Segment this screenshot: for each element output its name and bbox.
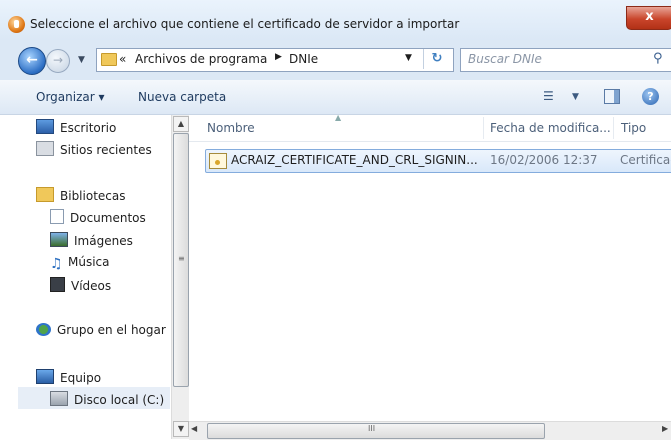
address-dropdown-icon[interactable]: ▼ — [405, 53, 412, 63]
scroll-thumb[interactable]: ≡ — [173, 133, 189, 387]
column-divider[interactable] — [613, 117, 614, 139]
computer-icon — [36, 369, 54, 384]
nav-item-bibliotecas[interactable]: Bibliotecas — [36, 187, 125, 203]
pictures-icon — [50, 232, 68, 247]
command-toolbar: Organizar ▾ Nueva carpeta ☰ ▼ ? — [0, 80, 671, 115]
music-icon: ♫ — [50, 256, 63, 272]
help-icon[interactable]: ? — [642, 88, 659, 105]
nav-item-imagenes[interactable]: Imágenes — [50, 232, 133, 248]
forward-button[interactable]: → — [46, 49, 70, 73]
sort-ascending-icon: ▲ — [335, 113, 342, 122]
scroll-grip-icon: ≡ — [178, 254, 185, 263]
view-dropdown-icon[interactable]: ▼ — [572, 92, 579, 102]
folder-icon — [101, 53, 117, 66]
search-box[interactable]: Buscar DNIe ⚲ — [460, 48, 671, 72]
search-placeholder: Buscar DNIe — [468, 52, 542, 66]
back-button[interactable]: ← — [18, 47, 46, 75]
nav-item-grupo-hogar[interactable]: Grupo en el hogar — [36, 323, 166, 337]
refresh-icon[interactable]: ↻ — [423, 49, 450, 69]
scroll-up-icon[interactable]: ▲ — [173, 116, 189, 132]
column-header-date[interactable]: Fecha de modifica... — [490, 121, 611, 135]
preview-pane-icon[interactable] — [604, 89, 620, 104]
file-list: Nombre ▲ Fecha de modifica... Tipo ACRAI… — [189, 113, 671, 439]
breadcrumb-item[interactable]: DNIe — [289, 52, 318, 66]
file-date: 16/02/2006 12:37 — [490, 153, 598, 167]
recent-locations-dropdown-icon[interactable]: ▼ — [78, 55, 85, 65]
file-name: ACRAIZ_CERTIFICATE_AND_CRL_SIGNIN... — [231, 153, 478, 167]
breadcrumb-overflow[interactable]: « — [119, 52, 126, 66]
column-header-name[interactable]: Nombre — [207, 121, 255, 135]
close-button[interactable]: x — [626, 6, 671, 30]
nav-item-equipo[interactable]: Equipo — [36, 369, 101, 385]
breadcrumb-separator-icon[interactable]: ▶ — [275, 52, 282, 62]
breadcrumb-item[interactable]: Archivos de programa — [135, 52, 267, 66]
desktop-icon — [36, 119, 54, 134]
horizontal-scrollbar[interactable]: ◀ III ▶ — [189, 421, 671, 440]
nav-item-escritorio[interactable]: Escritorio — [36, 119, 116, 135]
recent-places-icon — [36, 141, 54, 156]
change-view-icon[interactable]: ☰ — [543, 89, 554, 103]
certificate-icon — [209, 153, 227, 169]
new-folder-button[interactable]: Nueva carpeta — [138, 90, 226, 104]
column-header-type[interactable]: Tipo — [621, 121, 646, 135]
nav-item-musica[interactable]: ♫ Música — [50, 255, 110, 272]
scroll-left-icon[interactable]: ◀ — [191, 424, 197, 433]
file-type: Certificado — [620, 153, 671, 167]
firefox-app-icon — [8, 16, 25, 33]
libraries-icon — [36, 187, 54, 202]
scroll-right-icon[interactable]: ▶ — [662, 424, 668, 433]
documents-icon — [50, 209, 64, 224]
nav-item-documentos[interactable]: Documentos — [50, 209, 146, 225]
navigation-bar: ← → ▼ « Archivos de programa ▶ DNIe ▼ ↻ … — [0, 40, 671, 80]
organize-button[interactable]: Organizar ▾ — [36, 90, 105, 104]
local-disk-icon — [50, 391, 68, 406]
scroll-down-icon[interactable]: ▼ — [173, 421, 189, 437]
horizontal-grip: III — [368, 424, 376, 433]
file-row[interactable]: ACRAIZ_CERTIFICATE_AND_CRL_SIGNIN... 16/… — [205, 149, 671, 173]
navigation-pane: Escritorio Sitios recientes Bibliotecas … — [0, 115, 188, 439]
nav-item-videos[interactable]: Vídeos — [50, 277, 111, 293]
nav-vertical-scrollbar[interactable]: ▲ ≡ ▼ — [171, 115, 189, 439]
nav-item-sitios-recientes[interactable]: Sitios recientes — [36, 141, 152, 157]
column-divider[interactable] — [483, 117, 484, 139]
address-bar[interactable]: « Archivos de programa ▶ DNIe ▼ ↻ — [96, 48, 454, 72]
window-title: Seleccione el archivo que contiene el ce… — [30, 17, 460, 31]
horizontal-scroll-thumb[interactable]: III — [207, 423, 545, 439]
videos-icon — [50, 277, 65, 292]
search-icon[interactable]: ⚲ — [653, 51, 663, 66]
title-bar: Seleccione el archivo que contiene el ce… — [0, 0, 671, 40]
homegroup-icon — [36, 323, 51, 336]
nav-item-disco-local[interactable]: Disco local (C:) — [50, 391, 164, 407]
column-header-row: Nombre ▲ Fecha de modifica... Tipo — [189, 113, 671, 142]
